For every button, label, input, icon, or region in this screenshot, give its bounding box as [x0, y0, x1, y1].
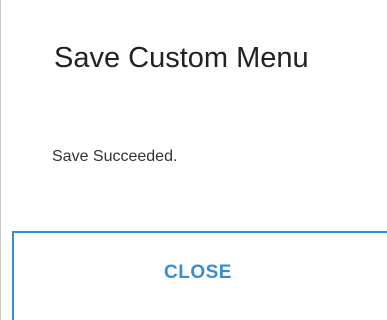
dialog-message: Save Succeeded.	[52, 148, 178, 165]
close-button-label: CLOSE	[164, 261, 232, 283]
close-button[interactable]: CLOSE	[12, 231, 387, 320]
save-custom-menu-dialog: Save Custom Menu Save Succeeded. CLOSE	[0, 0, 387, 320]
dialog-title: Save Custom Menu	[54, 42, 309, 74]
